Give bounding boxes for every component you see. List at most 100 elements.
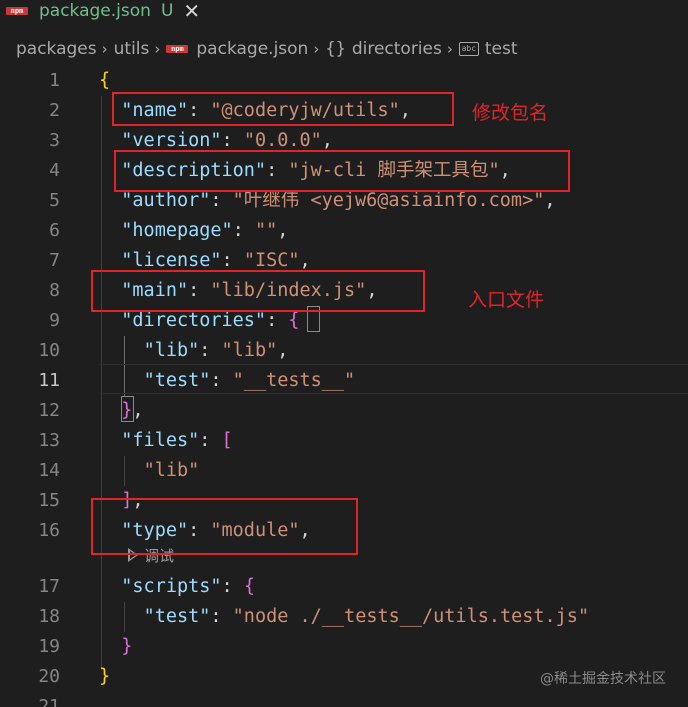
punctuation: : — [210, 190, 233, 211]
tab-title[interactable]: package.json — [39, 1, 151, 21]
annotation-box-type — [91, 498, 358, 555]
punctuation — [99, 430, 121, 451]
punctuation: : — [210, 606, 233, 627]
code-line[interactable]: } — [99, 632, 132, 662]
line-number: 4 — [49, 160, 60, 181]
breadcrumb-item-directories[interactable]: directories — [352, 39, 442, 59]
punctuation — [99, 576, 121, 597]
chevron-right-icon: › — [101, 40, 108, 58]
code-line[interactable]: }, — [99, 396, 144, 426]
line-number: 10 — [38, 340, 60, 361]
code-line[interactable]: { — [99, 66, 110, 96]
punctuation: , — [544, 190, 556, 211]
punctuation — [99, 370, 144, 391]
line-number: 5 — [49, 190, 60, 211]
json-key: "files" — [121, 430, 200, 451]
line-number: 8 — [49, 280, 60, 301]
annotation-box-name — [112, 92, 454, 126]
json-key: "author" — [121, 190, 211, 211]
code-line[interactable]: "lib": "lib", — [99, 336, 289, 366]
close-icon[interactable]: ✕ — [183, 1, 200, 21]
json-key: "directories" — [121, 310, 267, 331]
code-line[interactable]: "homepage": "", — [99, 216, 288, 246]
punctuation — [99, 636, 121, 657]
line-number: 19 — [38, 636, 60, 657]
json-string: "__tests__" — [232, 370, 356, 391]
punctuation — [99, 460, 144, 481]
punctuation — [99, 220, 121, 241]
bracket: } — [99, 666, 111, 687]
punctuation — [99, 606, 144, 627]
code-line[interactable]: "test": "node ./__tests__/utils.test.js" — [99, 602, 590, 632]
breadcrumb-item-utils[interactable]: utils — [114, 39, 150, 59]
watermark: @稀土掘金技术社区 — [540, 671, 666, 687]
json-string: "" — [254, 220, 278, 241]
punctuation: : — [210, 370, 233, 391]
line-number: 12 — [38, 400, 60, 421]
bracket: [ — [221, 430, 233, 451]
line-number: 2 — [49, 100, 60, 121]
line-number: 1 — [49, 70, 60, 91]
line-number: 18 — [38, 606, 60, 627]
json-string: "0.0.0" — [243, 130, 322, 151]
json-key: "homepage" — [121, 220, 233, 241]
bracket: } — [121, 636, 133, 657]
code-line[interactable]: "lib" — [99, 456, 200, 486]
code-line[interactable]: "files": [ — [99, 426, 233, 456]
json-key: "test" — [143, 370, 211, 391]
chevron-right-icon: › — [154, 40, 161, 58]
line-number: 13 — [38, 430, 60, 451]
bracket: } — [121, 400, 133, 421]
object-icon: {} — [325, 39, 346, 59]
punctuation: : — [199, 430, 222, 451]
json-string: "叶继伟 <yejw6@asiainfo.com>" — [232, 190, 545, 211]
json-key: "version" — [121, 130, 222, 151]
json-key: "license" — [121, 250, 222, 271]
breadcrumb-item-test[interactable]: test — [485, 39, 518, 59]
punctuation — [99, 400, 121, 421]
punctuation — [99, 250, 121, 271]
code-line[interactable]: "scripts": { — [99, 572, 255, 602]
json-key: "lib" — [143, 340, 200, 361]
punctuation — [99, 190, 121, 211]
json-key: "test" — [143, 606, 211, 627]
punctuation: : — [221, 250, 244, 271]
punctuation — [99, 130, 121, 151]
line-number: 3 — [49, 130, 60, 151]
line-number: 16 — [38, 520, 60, 541]
npm-icon: npm — [6, 7, 28, 15]
punctuation: : — [221, 130, 244, 151]
annotation-box-description — [114, 150, 570, 192]
breadcrumb-item-package-json[interactable]: package.json — [196, 39, 308, 59]
line-number: 7 — [49, 250, 60, 271]
json-string: "lib" — [143, 460, 200, 481]
code-line[interactable]: } — [99, 662, 110, 692]
chevron-right-icon: › — [313, 40, 320, 58]
chevron-right-icon: › — [446, 40, 453, 58]
editor-tab[interactable]: npm package.json U ✕ — [0, 0, 208, 22]
git-status-badge: U — [160, 1, 174, 21]
punctuation: , — [277, 220, 289, 241]
annotation-label-entry: 入口文件 — [468, 289, 545, 311]
json-string: "ISC" — [243, 250, 300, 271]
punctuation — [99, 310, 121, 331]
annotation-box-main — [91, 270, 425, 312]
bracket: { — [99, 70, 111, 91]
bracket: { — [288, 310, 300, 331]
code-line[interactable]: "test": "__tests__" — [99, 366, 356, 396]
line-number: 20 — [38, 666, 60, 687]
punctuation: : — [232, 220, 255, 241]
punctuation: , — [321, 130, 333, 151]
line-number: 21 — [38, 696, 60, 707]
json-string: "node ./__tests__/utils.test.js" — [232, 606, 590, 627]
bracket: { — [243, 576, 255, 597]
npm-icon: npm — [166, 45, 189, 53]
annotation-label-rename: 修改包名 — [472, 102, 549, 124]
punctuation — [99, 340, 144, 361]
string-icon: abc — [458, 42, 479, 56]
breadcrumb-item-packages[interactable]: packages — [16, 39, 97, 59]
line-number: 11 — [38, 370, 60, 391]
punctuation: , — [299, 250, 311, 271]
punctuation: , — [132, 400, 144, 421]
editor-window: npm package.json U ✕ packages › utils › … — [0, 0, 688, 707]
